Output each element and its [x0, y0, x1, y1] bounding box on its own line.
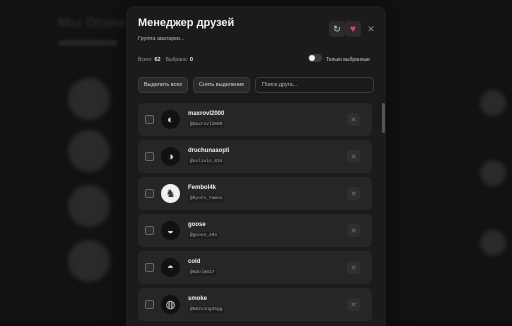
only-selected-label: Только выбранные [326, 57, 370, 63]
remove-friend-button[interactable]: ✕ [347, 261, 360, 274]
friend-item[interactable]: ◓ cold @mdol8817 ✕ [138, 251, 372, 284]
friend-handle: @mdol8817 [188, 269, 216, 276]
friend-checkbox[interactable] [145, 115, 154, 124]
friend-checkbox[interactable] [145, 300, 154, 309]
friend-item[interactable]: ◍ smoke @m82x1ng35gg ✕ [138, 288, 372, 321]
close-icon: ✕ [351, 116, 357, 124]
remove-friend-button[interactable]: ✕ [347, 298, 360, 311]
friend-name: maxrovl2000 [188, 111, 224, 117]
friend-name: druchunasopli [188, 148, 229, 154]
friend-name: goose [188, 222, 206, 228]
friend-item[interactable]: ◐ maxrovl2000 @maxrovl2000 ✕ [138, 103, 372, 136]
close-button[interactable]: ✕ [363, 21, 379, 37]
remove-friend-button[interactable]: ✕ [347, 224, 360, 237]
modal-subtitle: Группа аватарки... [138, 36, 184, 42]
close-icon: ✕ [351, 153, 357, 161]
friend-handle: @goose_404 [188, 232, 219, 239]
friend-item[interactable]: ◑ druchunasopli @nolivio_834 ✕ [138, 140, 372, 173]
total-label: Всего: [138, 57, 153, 63]
remove-friend-button[interactable]: ✕ [347, 187, 360, 200]
search-input[interactable] [255, 77, 374, 93]
friend-checkbox[interactable] [145, 189, 154, 198]
selected-stat: Выбрано:0 [166, 57, 193, 63]
friend-checkbox[interactable] [145, 263, 154, 272]
friend-checkbox[interactable] [145, 226, 154, 235]
friend-manager-modal: Менеджер друзей Группа аватарки... ↻ ♥ ✕… [126, 6, 386, 326]
background-avatar [68, 185, 110, 227]
friend-list: ◐ maxrovl2000 @maxrovl2000 ✕ ◑ druchunas… [138, 103, 372, 325]
friend-checkbox[interactable] [145, 152, 154, 161]
background-avatar [68, 130, 110, 172]
friend-handle: @Kyoto_Yamno [188, 195, 224, 202]
friend-item[interactable]: ◒ goose @goose_404 ✕ [138, 214, 372, 247]
friend-handle: @m82x1ng35gg [188, 306, 224, 313]
background-avatar [480, 160, 506, 186]
background-avatar [68, 78, 110, 120]
avatar: ◐ [161, 110, 180, 129]
favorite-button[interactable]: ♥ [345, 21, 361, 37]
refresh-button[interactable]: ↻ [329, 21, 345, 37]
close-icon: ✕ [351, 264, 357, 272]
only-selected-toggle[interactable] [308, 54, 322, 62]
close-icon: ✕ [367, 24, 375, 35]
total-value: 62 [155, 57, 161, 63]
close-icon: ✕ [351, 227, 357, 235]
avatar: ◑ [161, 147, 180, 166]
friend-handle: @maxrovl2000 [188, 121, 224, 128]
remove-friend-button[interactable]: ✕ [347, 113, 360, 126]
avatar: ◍ [161, 295, 180, 314]
select-all-button[interactable]: Выделить всех [138, 77, 188, 93]
remove-friend-button[interactable]: ✕ [347, 150, 360, 163]
friend-name: Fembol4k [188, 185, 216, 191]
background-avatar [480, 230, 506, 256]
avatar: ◓ [161, 258, 180, 277]
close-icon: ✕ [351, 190, 357, 198]
background-avatar [480, 90, 506, 116]
avatar: ♞ [161, 184, 180, 203]
avatar: ◒ [161, 221, 180, 240]
deselect-button[interactable]: Снять выделение [193, 77, 250, 93]
modal-title: Менеджер друзей [138, 17, 234, 29]
refresh-icon: ↻ [333, 24, 341, 35]
friend-name: smoke [188, 296, 207, 302]
friend-item[interactable]: ♞ Fembol4k @Kyoto_Yamno ✕ [138, 177, 372, 210]
selected-label: Выбрано: [166, 57, 188, 63]
selected-value: 0 [190, 57, 193, 63]
friend-handle: @nolivio_834 [188, 158, 224, 165]
stats-bar: Всего:62 Выбрано:0 [138, 57, 193, 63]
scrollbar[interactable] [382, 103, 385, 133]
heart-icon: ♥ [350, 24, 356, 35]
close-icon: ✕ [351, 301, 357, 309]
background-subtitle [58, 40, 118, 46]
background-avatar [68, 240, 110, 282]
friend-name: cold [188, 259, 200, 265]
total-stat: Всего:62 [138, 57, 161, 63]
